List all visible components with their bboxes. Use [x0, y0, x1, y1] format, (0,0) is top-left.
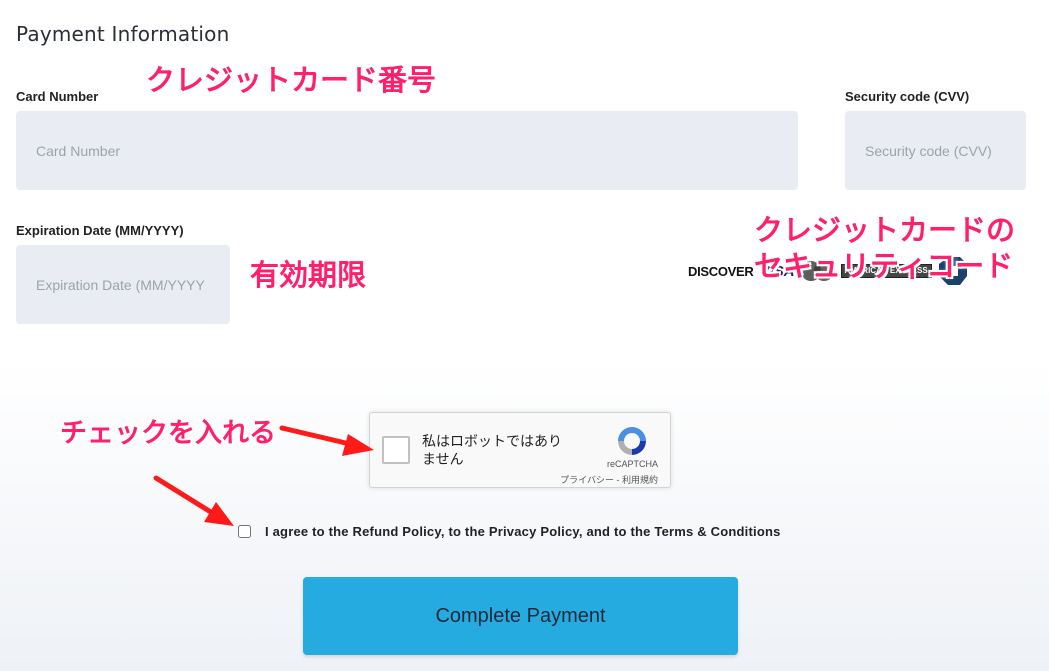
arrow-to-agreement-icon [153, 475, 234, 526]
annotation-security-line2: セキュリティコード [754, 249, 1014, 283]
annotation-expiration: 有効期限 [250, 258, 367, 292]
annotation-security-line1: クレジットカードの [754, 213, 1016, 247]
annotation-card-number: クレジットカード番号 [146, 63, 437, 97]
arrow-to-recaptcha-icon [279, 425, 374, 456]
annotation-check: チェックを入れる [60, 418, 276, 449]
annotation-arrows [153, 425, 374, 526]
